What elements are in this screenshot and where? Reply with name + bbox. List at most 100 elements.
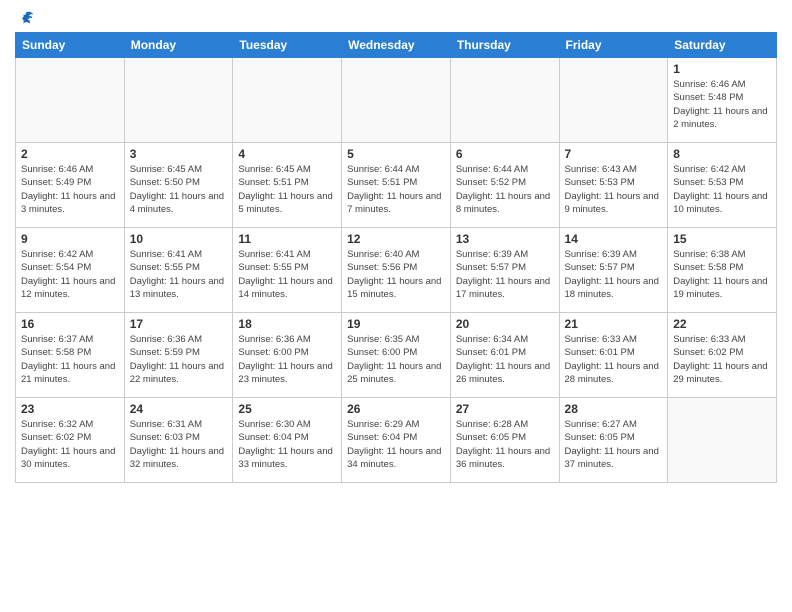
calendar-table: SundayMondayTuesdayWednesdayThursdayFrid…	[15, 32, 777, 483]
day-number: 21	[565, 317, 663, 331]
calendar-cell	[668, 398, 777, 483]
weekday-header-monday: Monday	[124, 33, 233, 58]
calendar-cell: 22 Sunrise: 6:33 AM Sunset: 6:02 PM Dayli…	[668, 313, 777, 398]
day-info: Sunrise: 6:41 AM Sunset: 5:55 PM Dayligh…	[130, 248, 228, 301]
day-info: Sunrise: 6:36 AM Sunset: 5:59 PM Dayligh…	[130, 333, 228, 386]
day-number: 23	[21, 402, 119, 416]
day-info: Sunrise: 6:45 AM Sunset: 5:51 PM Dayligh…	[238, 163, 336, 216]
day-info: Sunrise: 6:40 AM Sunset: 5:56 PM Dayligh…	[347, 248, 445, 301]
day-number: 27	[456, 402, 554, 416]
day-number: 13	[456, 232, 554, 246]
calendar-cell: 2 Sunrise: 6:46 AM Sunset: 5:49 PM Daylig…	[16, 143, 125, 228]
calendar-cell	[233, 58, 342, 143]
calendar-cell: 27 Sunrise: 6:28 AM Sunset: 6:05 PM Dayli…	[450, 398, 559, 483]
calendar-week-row: 16 Sunrise: 6:37 AM Sunset: 5:58 PM Dayli…	[16, 313, 777, 398]
calendar-week-row: 9 Sunrise: 6:42 AM Sunset: 5:54 PM Daylig…	[16, 228, 777, 313]
day-number: 20	[456, 317, 554, 331]
calendar-cell: 21 Sunrise: 6:33 AM Sunset: 6:01 PM Dayli…	[559, 313, 668, 398]
logo	[15, 10, 35, 28]
calendar-cell: 3 Sunrise: 6:45 AM Sunset: 5:50 PM Daylig…	[124, 143, 233, 228]
weekday-header-wednesday: Wednesday	[342, 33, 451, 58]
day-number: 11	[238, 232, 336, 246]
day-info: Sunrise: 6:28 AM Sunset: 6:05 PM Dayligh…	[456, 418, 554, 471]
day-number: 28	[565, 402, 663, 416]
calendar-cell: 18Sunrise: 6:36 AM Sunset: 6:00 PM Dayli…	[233, 313, 342, 398]
calendar-cell: 20 Sunrise: 6:34 AM Sunset: 6:01 PM Dayli…	[450, 313, 559, 398]
day-number: 10	[130, 232, 228, 246]
calendar-week-row: 1 Sunrise: 6:46 AM Sunset: 5:48 PM Daylig…	[16, 58, 777, 143]
day-info: Sunrise: 6:46 AM Sunset: 5:48 PM Dayligh…	[673, 78, 771, 131]
day-info: Sunrise: 6:31 AM Sunset: 6:03 PM Dayligh…	[130, 418, 228, 471]
calendar-cell: 7 Sunrise: 6:43 AM Sunset: 5:53 PM Daylig…	[559, 143, 668, 228]
calendar-cell	[559, 58, 668, 143]
day-number: 3	[130, 147, 228, 161]
day-info: Sunrise: 6:34 AM Sunset: 6:01 PM Dayligh…	[456, 333, 554, 386]
day-number: 7	[565, 147, 663, 161]
day-number: 16	[21, 317, 119, 331]
day-number: 19	[347, 317, 445, 331]
calendar-cell: 4 Sunrise: 6:45 AM Sunset: 5:51 PM Daylig…	[233, 143, 342, 228]
day-number: 26	[347, 402, 445, 416]
day-info: Sunrise: 6:46 AM Sunset: 5:49 PM Dayligh…	[21, 163, 119, 216]
calendar-week-row: 23 Sunrise: 6:32 AM Sunset: 6:02 PM Dayli…	[16, 398, 777, 483]
day-info: Sunrise: 6:39 AM Sunset: 5:57 PM Dayligh…	[565, 248, 663, 301]
calendar-cell: 9 Sunrise: 6:42 AM Sunset: 5:54 PM Daylig…	[16, 228, 125, 313]
day-info: Sunrise: 6:37 AM Sunset: 5:58 PM Dayligh…	[21, 333, 119, 386]
day-info: Sunrise: 6:43 AM Sunset: 5:53 PM Dayligh…	[565, 163, 663, 216]
calendar-cell: 14 Sunrise: 6:39 AM Sunset: 5:57 PM Dayli…	[559, 228, 668, 313]
day-number: 5	[347, 147, 445, 161]
day-info: Sunrise: 6:41 AM Sunset: 5:55 PM Dayligh…	[238, 248, 336, 301]
day-info: Sunrise: 6:30 AM Sunset: 6:04 PM Dayligh…	[238, 418, 336, 471]
calendar-cell: 23 Sunrise: 6:32 AM Sunset: 6:02 PM Dayli…	[16, 398, 125, 483]
day-info: Sunrise: 6:35 AM Sunset: 6:00 PM Dayligh…	[347, 333, 445, 386]
calendar-cell	[342, 58, 451, 143]
day-info: Sunrise: 6:33 AM Sunset: 6:02 PM Dayligh…	[673, 333, 771, 386]
weekday-header-friday: Friday	[559, 33, 668, 58]
day-info: Sunrise: 6:33 AM Sunset: 6:01 PM Dayligh…	[565, 333, 663, 386]
weekday-header-row: SundayMondayTuesdayWednesdayThursdayFrid…	[16, 33, 777, 58]
day-number: 25	[238, 402, 336, 416]
calendar-cell: 16 Sunrise: 6:37 AM Sunset: 5:58 PM Dayli…	[16, 313, 125, 398]
calendar-cell: 8Sunrise: 6:42 AM Sunset: 5:53 PM Daylig…	[668, 143, 777, 228]
day-info: Sunrise: 6:38 AM Sunset: 5:58 PM Dayligh…	[673, 248, 771, 301]
calendar-cell: 13 Sunrise: 6:39 AM Sunset: 5:57 PM Dayli…	[450, 228, 559, 313]
calendar-cell: 6 Sunrise: 6:44 AM Sunset: 5:52 PM Daylig…	[450, 143, 559, 228]
header	[15, 10, 777, 28]
day-info: Sunrise: 6:42 AM Sunset: 5:54 PM Dayligh…	[21, 248, 119, 301]
day-number: 6	[456, 147, 554, 161]
calendar-cell: 11 Sunrise: 6:41 AM Sunset: 5:55 PM Dayli…	[233, 228, 342, 313]
day-number: 2	[21, 147, 119, 161]
day-number: 18	[238, 317, 336, 331]
weekday-header-thursday: Thursday	[450, 33, 559, 58]
day-number: 12	[347, 232, 445, 246]
day-number: 1	[673, 62, 771, 76]
day-number: 4	[238, 147, 336, 161]
calendar-cell	[124, 58, 233, 143]
calendar-cell	[450, 58, 559, 143]
calendar-cell: 12 Sunrise: 6:40 AM Sunset: 5:56 PM Dayli…	[342, 228, 451, 313]
day-info: Sunrise: 6:44 AM Sunset: 5:52 PM Dayligh…	[456, 163, 554, 216]
day-info: Sunrise: 6:45 AM Sunset: 5:50 PM Dayligh…	[130, 163, 228, 216]
day-info: Sunrise: 6:32 AM Sunset: 6:02 PM Dayligh…	[21, 418, 119, 471]
day-info: Sunrise: 6:29 AM Sunset: 6:04 PM Dayligh…	[347, 418, 445, 471]
day-number: 14	[565, 232, 663, 246]
day-info: Sunrise: 6:27 AM Sunset: 6:05 PM Dayligh…	[565, 418, 663, 471]
calendar-cell: 24 Sunrise: 6:31 AM Sunset: 6:03 PM Dayli…	[124, 398, 233, 483]
day-info: Sunrise: 6:39 AM Sunset: 5:57 PM Dayligh…	[456, 248, 554, 301]
weekday-header-sunday: Sunday	[16, 33, 125, 58]
day-info: Sunrise: 6:44 AM Sunset: 5:51 PM Dayligh…	[347, 163, 445, 216]
calendar-cell	[16, 58, 125, 143]
page: SundayMondayTuesdayWednesdayThursdayFrid…	[0, 0, 792, 612]
weekday-header-tuesday: Tuesday	[233, 33, 342, 58]
calendar-cell: 28 Sunrise: 6:27 AM Sunset: 6:05 PM Dayli…	[559, 398, 668, 483]
calendar-cell: 5 Sunrise: 6:44 AM Sunset: 5:51 PM Daylig…	[342, 143, 451, 228]
day-number: 22	[673, 317, 771, 331]
calendar-cell: 26 Sunrise: 6:29 AM Sunset: 6:04 PM Dayli…	[342, 398, 451, 483]
calendar-cell: 19 Sunrise: 6:35 AM Sunset: 6:00 PM Dayli…	[342, 313, 451, 398]
day-number: 24	[130, 402, 228, 416]
calendar-cell: 15Sunrise: 6:38 AM Sunset: 5:58 PM Dayli…	[668, 228, 777, 313]
calendar-week-row: 2 Sunrise: 6:46 AM Sunset: 5:49 PM Daylig…	[16, 143, 777, 228]
day-number: 17	[130, 317, 228, 331]
calendar-cell: 17 Sunrise: 6:36 AM Sunset: 5:59 PM Dayli…	[124, 313, 233, 398]
day-number: 9	[21, 232, 119, 246]
